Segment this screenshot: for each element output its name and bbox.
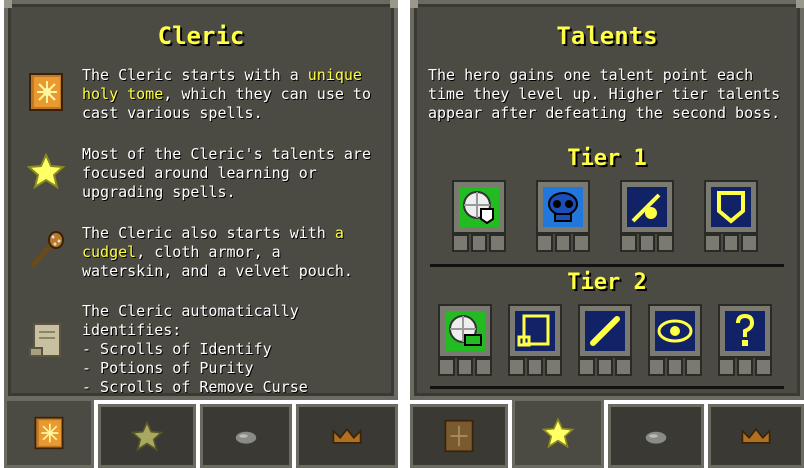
wand-icon (585, 311, 625, 351)
info-row-talents: Most of the Cleric's talents are focused… (26, 145, 384, 202)
cudgel-icon (26, 230, 66, 270)
panel-bottom-divider (430, 386, 784, 389)
tab-subclass[interactable] (200, 404, 292, 468)
tab-talents[interactable] (98, 404, 196, 468)
tab-hero-info[interactable] (4, 398, 94, 468)
tier-divider (430, 264, 784, 267)
tab-armor-ability[interactable] (708, 404, 804, 468)
panel-corner (410, 0, 418, 8)
info-text: - Scrolls of Remove Curse (82, 378, 308, 396)
hero-info-panel: Cleric The Cleric starts with a unique h… (4, 0, 398, 400)
crown-icon (739, 419, 773, 453)
info-row-identify: The Cleric automatically identifies: - S… (26, 302, 384, 397)
panel-corner (4, 0, 12, 8)
info-text: The Cleric also starts with (82, 224, 335, 242)
stone-icon (639, 419, 673, 453)
info-text: Most of the Cleric's talents are focused… (82, 145, 371, 201)
tab-subclass[interactable] (608, 404, 704, 468)
question-key-icon (725, 311, 765, 351)
shield-outline-icon (711, 187, 751, 227)
tab-hero-info[interactable] (410, 404, 508, 468)
talent-tier2-5[interactable] (718, 304, 773, 380)
talent-tier2-3[interactable] (578, 304, 633, 380)
eye-icon (655, 311, 695, 351)
talents-panel: Talents The hero gains one talent point … (410, 0, 804, 400)
blue-skull-icon (543, 187, 583, 227)
talent-tier2-4[interactable] (648, 304, 703, 380)
tab-talents[interactable] (512, 398, 604, 468)
info-text: - Scrolls of Identify (82, 340, 272, 358)
wand-spark-icon (627, 187, 667, 227)
scroll-icon (26, 320, 66, 360)
crown-icon (330, 419, 364, 453)
plate-scroll-icon (445, 311, 485, 351)
info-row-equipment: The Cleric also starts with a cudgel, cl… (26, 224, 384, 281)
talent-tier2-1[interactable] (438, 304, 493, 380)
talent-tier1-1[interactable] (452, 180, 507, 256)
tab-armor-ability[interactable] (296, 404, 398, 468)
star-icon (26, 151, 66, 191)
star-icon (130, 419, 164, 453)
talent-tier1-3[interactable] (620, 180, 675, 256)
star-icon (541, 416, 575, 450)
shield-plate-icon (459, 187, 499, 227)
holy-tome-icon (32, 416, 66, 450)
panel-title: Cleric (157, 22, 245, 50)
info-text: - Potions of Purity (82, 359, 254, 377)
talent-tier1-4[interactable] (704, 180, 759, 256)
info-row-tome: The Cleric starts with a unique holy tom… (26, 66, 384, 123)
holy-tome-icon (26, 72, 66, 112)
info-text: The Cleric automatically identifies: (82, 302, 299, 339)
holy-tome-icon (442, 419, 476, 453)
panel-title: Talents (556, 22, 658, 50)
talent-tier2-2[interactable] (508, 304, 563, 380)
talents-intro: The hero gains one talent point each tim… (428, 66, 781, 122)
scroll-outline-icon (515, 311, 555, 351)
talent-tier1-2[interactable] (536, 180, 591, 256)
tier-2-title: Tier 2 (567, 270, 647, 295)
stone-icon (229, 419, 263, 453)
info-text: The Cleric starts with a (82, 66, 308, 84)
tier-1-title: Tier 1 (567, 146, 647, 171)
panel-corner (796, 0, 804, 8)
panel-corner (390, 0, 398, 8)
